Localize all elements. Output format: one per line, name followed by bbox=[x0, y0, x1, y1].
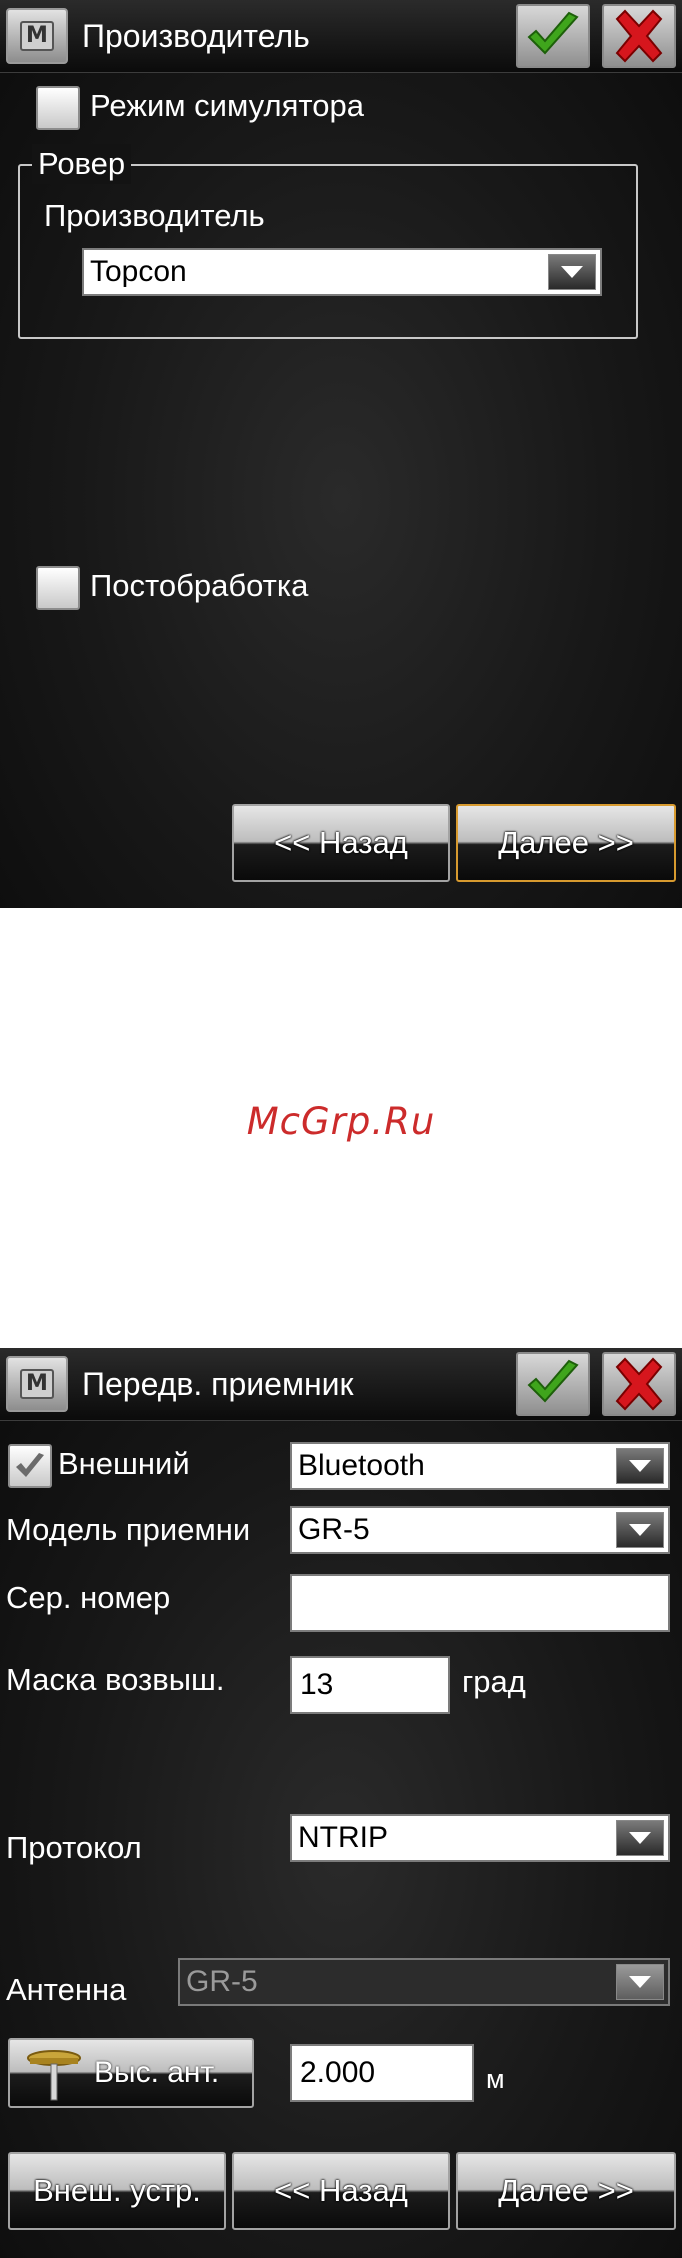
manufacturer-select[interactable]: Topcon bbox=[82, 248, 602, 296]
receiver-model-label: Модель приемни bbox=[6, 1512, 251, 1547]
chevron-down-icon[interactable] bbox=[616, 1512, 664, 1548]
elevation-mask-label: Маска возвыш. bbox=[6, 1662, 225, 1697]
title-bar: M Передв. приемник bbox=[0, 1348, 682, 1421]
next-button[interactable]: Далее >> bbox=[456, 2152, 676, 2230]
menu-icon: M bbox=[20, 21, 54, 51]
ok-button[interactable] bbox=[516, 4, 590, 68]
manufacturer-label: Производитель bbox=[44, 198, 265, 233]
protocol-value: NTRIP bbox=[298, 1821, 388, 1854]
title-bar: M Производитель bbox=[0, 0, 682, 73]
protocol-label: Протокол bbox=[6, 1830, 142, 1865]
elevation-mask-input[interactable]: 13 bbox=[290, 1656, 450, 1714]
manufacturer-value: Topcon bbox=[90, 255, 187, 288]
back-button[interactable]: << Назад bbox=[232, 804, 450, 882]
serial-number-label: Сер. номер bbox=[6, 1580, 171, 1615]
simulator-mode-label: Режим симулятора bbox=[90, 88, 364, 123]
back-button[interactable]: << Назад bbox=[232, 2152, 450, 2230]
simulator-mode-checkbox[interactable] bbox=[36, 86, 80, 130]
antenna-value: GR-5 bbox=[186, 1965, 258, 1998]
rover-receiver-screen: M Передв. приемник Внешний Bluetooth Мод… bbox=[0, 1348, 682, 2258]
external-device-button[interactable]: Внеш. устр. bbox=[8, 2152, 226, 2230]
watermark: McGrp.Ru bbox=[246, 1100, 436, 1143]
cancel-button[interactable] bbox=[602, 4, 676, 68]
antenna-height-button[interactable]: Выс. ант. bbox=[8, 2038, 254, 2108]
antenna-icon bbox=[27, 2050, 81, 2101]
page-title: Производитель bbox=[82, 18, 310, 54]
postprocessing-checkbox[interactable] bbox=[36, 566, 80, 610]
cancel-button[interactable] bbox=[602, 1352, 676, 1416]
antenna-height-input[interactable]: 2.000 bbox=[290, 2044, 474, 2102]
checkmark-icon bbox=[527, 1359, 579, 1403]
external-label: Внешний bbox=[58, 1446, 190, 1481]
manufacturer-screen: M Производитель Режим симулятора Ровер П… bbox=[0, 0, 682, 908]
page-title: Передв. приемник bbox=[82, 1366, 354, 1402]
checkmark-icon bbox=[16, 1453, 44, 1477]
connection-value: Bluetooth bbox=[298, 1449, 425, 1482]
rover-group-title: Ровер bbox=[32, 144, 132, 184]
elevation-mask-unit: град bbox=[462, 1664, 526, 1699]
next-button[interactable]: Далее >> bbox=[456, 804, 676, 882]
connection-select[interactable]: Bluetooth bbox=[290, 1442, 670, 1490]
menu-icon: M bbox=[20, 1369, 54, 1399]
antenna-label: Антенна bbox=[6, 1972, 127, 2007]
chevron-down-icon[interactable] bbox=[548, 254, 596, 290]
chevron-down-icon[interactable] bbox=[616, 1448, 664, 1484]
close-icon bbox=[615, 9, 663, 63]
menu-button[interactable]: M bbox=[6, 8, 68, 64]
antenna-height-unit: м bbox=[486, 2064, 505, 2094]
chevron-down-icon[interactable] bbox=[616, 1820, 664, 1856]
protocol-select[interactable]: NTRIP bbox=[290, 1814, 670, 1862]
close-icon bbox=[615, 1357, 663, 1411]
receiver-model-select[interactable]: GR-5 bbox=[290, 1506, 670, 1554]
postprocessing-label: Постобработка bbox=[90, 568, 309, 603]
serial-number-input[interactable] bbox=[290, 1574, 670, 1632]
external-checkbox[interactable] bbox=[8, 1444, 52, 1488]
antenna-height-button-label: Выс. ант. bbox=[94, 2056, 220, 2089]
ok-button[interactable] bbox=[516, 1352, 590, 1416]
chevron-down-icon[interactable] bbox=[616, 1964, 664, 2000]
checkmark-icon bbox=[527, 11, 579, 55]
antenna-select[interactable]: GR-5 bbox=[178, 1958, 670, 2006]
menu-button[interactable]: M bbox=[6, 1356, 68, 1412]
receiver-model-value: GR-5 bbox=[298, 1513, 370, 1546]
